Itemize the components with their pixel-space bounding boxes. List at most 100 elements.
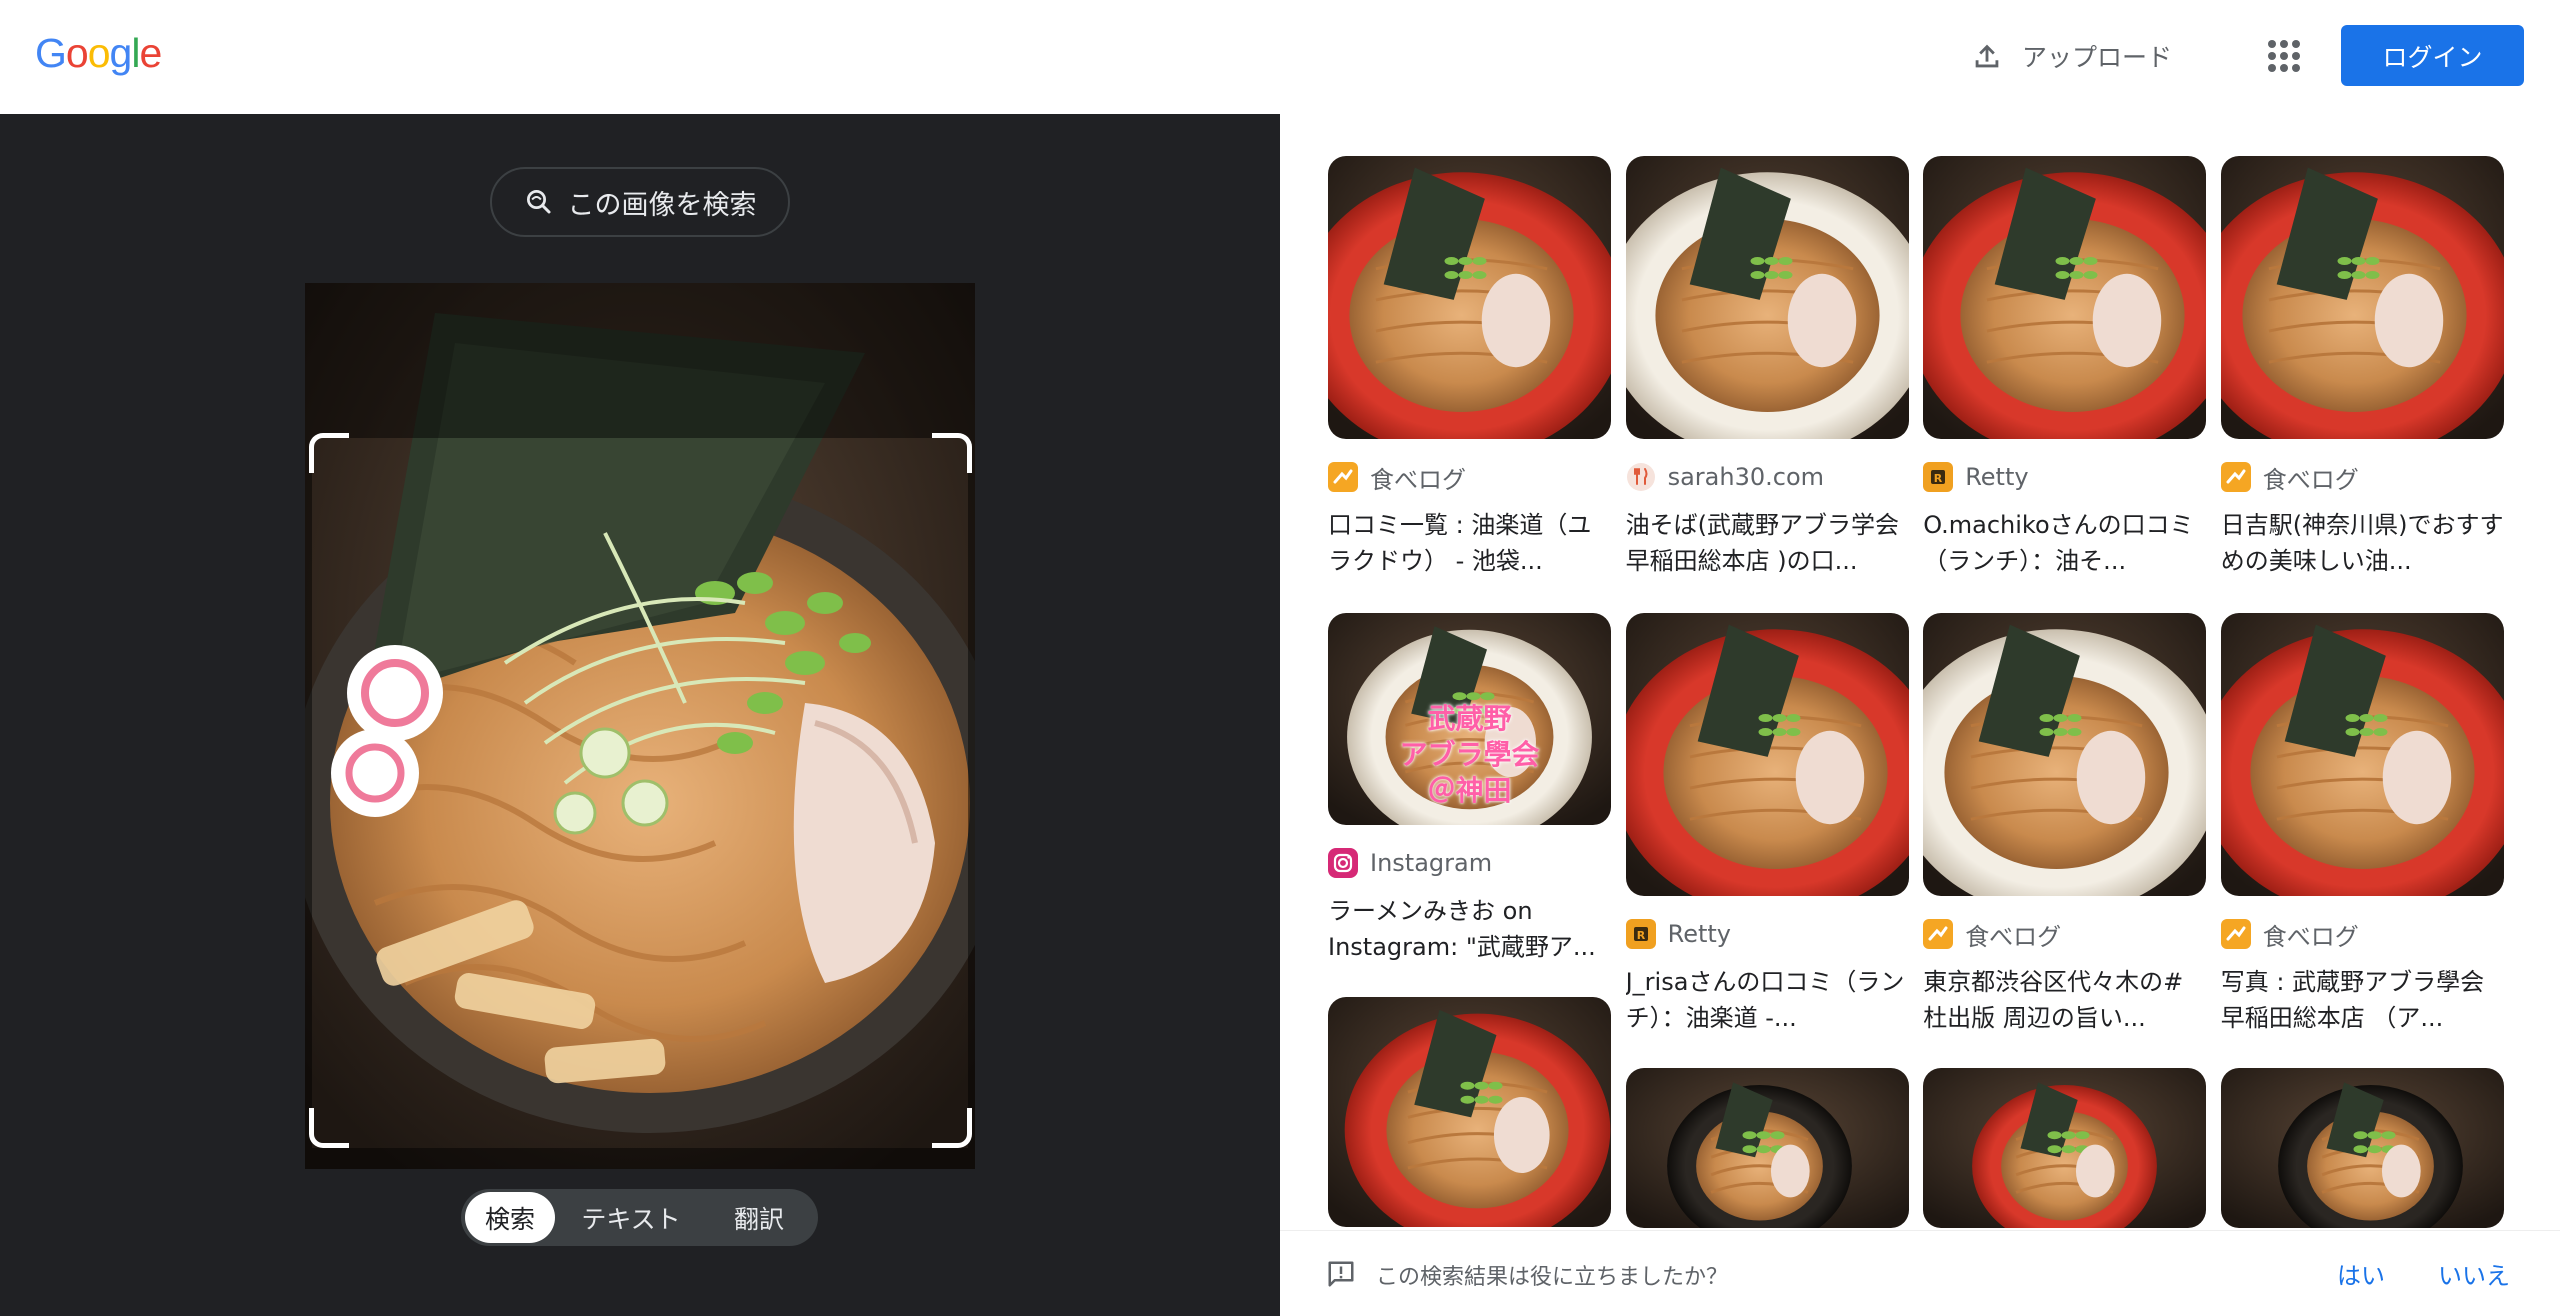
result-source: 食べログ [2220, 461, 2504, 494]
result-source: 食べログ [1923, 918, 2206, 951]
top-header: Google アップロード ログイン [0, 0, 2560, 114]
google-logo[interactable]: Google [35, 30, 162, 77]
ramen-thumbnail-art [1625, 1068, 1909, 1228]
apps-grid-icon[interactable] [2266, 38, 2302, 74]
result-title[interactable]: 油そば(武蔵野アブラ学会 早稲田総本店 )の口... [1626, 507, 1909, 579]
crop-handle-bottom-right[interactable] [932, 1108, 972, 1148]
mode-tab-0[interactable]: 検索 [465, 1192, 555, 1243]
result-card[interactable]: R Retty O.machikoさんの口コミ（ランチ）：油そ... [1923, 156, 2207, 579]
result-card[interactable] [1328, 997, 1611, 1227]
ramen-thumbnail-art [1328, 156, 1611, 439]
logo-letter: g [109, 30, 133, 76]
logo-letter: o [65, 30, 89, 76]
query-image[interactable] [305, 283, 975, 1169]
result-title[interactable]: 口コミ一覧 : 油楽道（ユラクドウ） - 池袋... [1328, 507, 1611, 579]
result-card[interactable] [1625, 1068, 1909, 1228]
result-thumbnail[interactable] [1923, 156, 2207, 439]
result-source-name: 食べログ [2262, 922, 2359, 951]
result-title[interactable]: 写真 : 武蔵野アブラ學会 早稲田総本店 （ア... [2221, 964, 2504, 1036]
result-card[interactable]: sarah30.com 油そば(武蔵野アブラ学会 早稲田総本店 )の口... [1625, 156, 1909, 579]
result-thumbnail[interactable] [2220, 1068, 2504, 1228]
mode-tab-2[interactable]: 翻訳 [707, 1192, 811, 1243]
ramen-thumbnail-art [2220, 156, 2504, 439]
feedback-question: この検索結果は役に立ちましたか？ [1376, 1265, 1729, 1290]
result-thumbnail[interactable] [1328, 997, 1611, 1227]
result-thumbnail[interactable] [1625, 613, 1909, 896]
ramen-thumbnail-art [1625, 156, 1909, 439]
result-card[interactable] [1923, 1068, 2207, 1228]
thumbnail-overlay-text: 武蔵野 アブラ學会 ＠神田 [1399, 702, 1540, 807]
crop-selection[interactable] [312, 438, 968, 1148]
upload-icon [1975, 44, 1999, 68]
visual-matches-panel: 食べログ 口コミ一覧 : 油楽道（ユラクドウ） - 池袋... 武蔵野 アブラ學会 … [1280, 114, 2560, 1316]
result-card[interactable]: 食べログ日吉駅(神奈川県)でおすすめの美味しい油... [2220, 156, 2504, 579]
ramen-thumbnail-art [1923, 156, 2207, 439]
result-source: R Retty [1625, 918, 1909, 950]
logo-letter: l [131, 30, 140, 76]
ramen-thumbnail-art [1923, 613, 2207, 896]
result-thumbnail[interactable] [1328, 156, 1611, 439]
mode-tab-1[interactable]: テキスト [555, 1192, 707, 1243]
result-thumbnail[interactable] [2220, 156, 2504, 439]
image-preview-panel: この画像を検索 検索 テキスト 翻訳 [0, 114, 1280, 1316]
retty-icon: R [1923, 462, 1954, 492]
ramen-thumbnail-art [1923, 1068, 2207, 1228]
result-title[interactable]: J_risaさんの口コミ（ランチ）：油楽道 -... [1626, 964, 1909, 1036]
result-card[interactable]: 食べログ写真 : 武蔵野アブラ學会 早稲田総本店 （ア... [2220, 613, 2504, 1036]
result-card[interactable]: 食べログ口コミ一覧 : 油楽道（ユラクドウ） - 池袋... [1328, 156, 1611, 579]
result-source-name: sarah30.com [1667, 463, 1825, 491]
mode-tabs: 検索 テキスト 翻訳 [461, 1189, 818, 1246]
result-source-name: Retty [1965, 463, 2029, 491]
crop-handle-bottom-left[interactable] [309, 1108, 349, 1148]
retty-icon: R [1625, 919, 1656, 949]
ramen-thumbnail-art [1328, 997, 1611, 1227]
upload-label: アップロード [2022, 43, 2173, 72]
sarah-icon [1626, 462, 1656, 492]
tabelog-icon [1328, 462, 1358, 492]
feedback-yes-link[interactable]: はい [2337, 1256, 2385, 1291]
result-card[interactable] [2220, 1068, 2504, 1228]
svg-text:R: R [1636, 929, 1645, 942]
result-card[interactable]: 食べログ東京都渋谷区代々木の#杜出版 周辺の旨い... [1923, 613, 2207, 1036]
logo-letter: o [87, 30, 111, 76]
login-button[interactable]: ログイン [2341, 25, 2524, 86]
lens-search-icon [526, 190, 550, 214]
result-card[interactable]: R Retty J_risaさんの口コミ（ランチ）：油楽道 -... [1625, 613, 1909, 1036]
result-source-name: 食べログ [1370, 465, 1466, 494]
feedback-no-link[interactable]: いいえ [2438, 1256, 2510, 1291]
ramen-thumbnail-art [2220, 1068, 2504, 1228]
result-source: 食べログ [1328, 461, 1611, 494]
ramen-thumbnail-art [1625, 613, 1909, 896]
feedback-icon [1328, 1261, 1354, 1287]
result-source: Instagram [1328, 847, 1611, 879]
result-source: sarah30.com [1626, 461, 1909, 493]
logo-letter: e [139, 30, 162, 76]
result-title[interactable]: 東京都渋谷区代々木の#杜出版 周辺の旨い... [1923, 964, 2206, 1036]
result-title[interactable]: ラーメンみきお on Instagram: "武蔵野ア... [1328, 893, 1611, 965]
result-title[interactable]: O.machikoさんの口コミ（ランチ）：油そ... [1923, 507, 2206, 579]
ramen-thumbnail-art [2220, 613, 2504, 896]
result-source-name: Instagram [1370, 849, 1493, 877]
upload-button[interactable]: アップロード [1970, 32, 2172, 80]
result-source-name: Retty [1667, 920, 1731, 948]
result-source: R Retty [1923, 461, 2206, 493]
tabelog-icon [1923, 919, 1954, 949]
result-title[interactable]: 日吉駅(神奈川県)でおすすめの美味しい油... [2221, 507, 2504, 579]
result-thumbnail[interactable] [1625, 156, 1909, 439]
crop-handle-top-left[interactable] [309, 433, 349, 473]
tabelog-icon [2220, 919, 2251, 949]
result-thumbnail[interactable] [1923, 613, 2207, 896]
result-source-name: 食べログ [1965, 922, 2062, 951]
result-thumbnail[interactable]: 武蔵野 アブラ學会 ＠神田 [1328, 613, 1611, 825]
result-source-name: 食べログ [2262, 465, 2359, 494]
result-thumbnail[interactable] [1923, 1068, 2207, 1228]
svg-text:R: R [1934, 472, 1943, 485]
crop-handle-top-right[interactable] [932, 433, 972, 473]
search-this-image-button[interactable]: この画像を検索 [490, 167, 790, 237]
result-card[interactable]: 武蔵野 アブラ學会 ＠神田 Instagram ラーメンみきお on Instagr… [1328, 613, 1611, 965]
tabelog-icon [2220, 462, 2251, 492]
logo-letter: G [35, 30, 67, 76]
instagram-icon [1328, 848, 1358, 878]
result-thumbnail[interactable] [2220, 613, 2504, 896]
result-thumbnail[interactable] [1625, 1068, 1909, 1228]
